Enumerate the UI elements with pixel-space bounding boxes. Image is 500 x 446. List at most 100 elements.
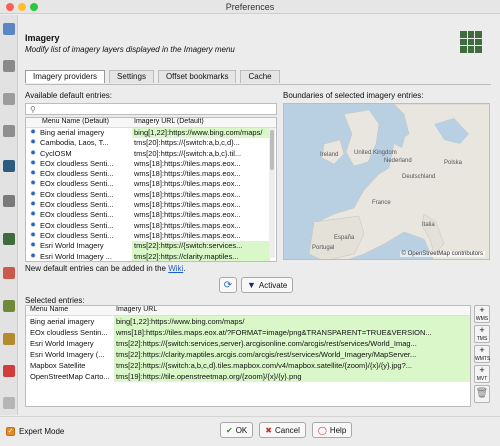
shortcut-settings-icon[interactable] <box>3 125 15 137</box>
available-table-row[interactable]: ✹ Esri World Imagery ... tms[22]:https://c… <box>26 251 276 261</box>
add-entry-buttons: + WMS + TMS + WMTS + MVT 🗑 <box>474 305 490 405</box>
imagery-type-icon: ✹ <box>30 149 36 157</box>
available-row-url: tms[22]:https://{switch:services... <box>132 241 270 252</box>
ok-label: OK <box>235 425 248 435</box>
map-label-ireland: Ireland <box>320 152 338 158</box>
help-label: Help <box>329 425 347 435</box>
tagging-presets-icon[interactable] <box>3 267 15 279</box>
available-table-row[interactable]: ✹ EOx cloudless Senti... wms[18]:https://t… <box>26 200 276 210</box>
selected-table-row[interactable]: Esri World Imagery (... tms[22]:https://c… <box>26 349 470 360</box>
available-row-name: EOx cloudless Senti... <box>40 189 114 199</box>
imagery-bounds-map[interactable]: United Kingdom Ireland Nederland Deutsch… <box>283 103 490 260</box>
ok-button[interactable]: ✔ OK <box>220 422 254 438</box>
cancel-label: Cancel <box>274 425 300 435</box>
available-row-url: wms[18]:https://tiles.maps.eox... <box>134 158 241 168</box>
imagery-type-icon: ✹ <box>30 242 36 250</box>
available-row-name: Bing aerial imagery <box>40 128 105 137</box>
selected-row-url: bing[1,22]:https://www.bing.com/maps/ <box>114 316 470 327</box>
map-label-deutschland: Deutschland <box>402 174 435 180</box>
selected-table-row[interactable]: OpenStreetMap Carto... tms[19]:https://ti… <box>26 371 470 382</box>
add-wmts-button[interactable]: + WMTS <box>474 345 490 363</box>
selected-table-row[interactable]: Esri World Imagery tms[22]:https://{switc… <box>26 338 470 349</box>
help-button[interactable]: ◯ Help <box>311 422 353 438</box>
add-tms-button[interactable]: + TMS <box>474 325 490 343</box>
available-row-url: tms[20]:https://{switch:a,b,c,d}... <box>134 138 240 148</box>
expert-mode-toggle[interactable]: ✓ Expert Mode <box>6 427 64 436</box>
selected-row-url: wms[18]:https://tiles.maps.eox.at/?FORMA… <box>114 327 470 338</box>
selected-entries-table[interactable]: Menu Name Imagery URL Bing aerial imager… <box>25 305 471 407</box>
selected-table-row[interactable]: EOx cloudless Sentin... wms[18]:https://t… <box>26 327 470 338</box>
refresh-icon: ⟳ <box>223 279 233 291</box>
refresh-button[interactable]: ⟳ <box>219 277 237 293</box>
available-row-name: EOx cloudless Senti... <box>40 169 114 179</box>
available-table-row[interactable]: ✹ EOx cloudless Senti... wms[18]:https://t… <box>26 179 276 189</box>
available-row-url: wms[18]:https://tiles.maps.eox... <box>134 169 241 179</box>
available-table-row[interactable]: ✹ Esri World Imagery tms[22]:https://{swit… <box>26 241 276 252</box>
dialog-buttons: ✔ OK ✖ Cancel ◯ Help <box>220 422 353 438</box>
selected-row-name: Mapbox Satellite <box>30 361 86 370</box>
validator-settings-icon[interactable] <box>3 365 15 377</box>
expert-mode-checkbox[interactable]: ✓ <box>6 427 15 436</box>
tab-imagery-providers[interactable]: Imagery providers <box>25 70 106 83</box>
wiki-link[interactable]: Wiki <box>168 264 183 273</box>
selection-settings-icon[interactable] <box>3 93 15 105</box>
footer-bar: ✓ Expert Mode ✔ OK ✖ Cancel ◯ Help <box>0 416 500 446</box>
available-row-url: wms[18]:https://tiles.maps.eox... <box>134 200 241 210</box>
available-table-row[interactable]: ✹ EOx cloudless Senti... wms[18]:https://t… <box>26 221 276 231</box>
page-subtitle: Modify list of imagery layers displayed … <box>25 45 235 54</box>
available-table-row[interactable]: ✹ EOx cloudless Senti... wms[18]:https://t… <box>26 190 276 200</box>
available-scrollbar[interactable] <box>269 128 275 258</box>
advanced-settings-icon[interactable] <box>3 397 15 409</box>
imagery-type-icon: ✹ <box>30 211 36 219</box>
add-mvt-button[interactable]: + MVT <box>474 365 490 383</box>
map-paint-settings-icon[interactable] <box>3 195 15 207</box>
available-row-name: EOx cloudless Senti... <box>40 230 114 240</box>
preferences-sidebar <box>0 15 18 415</box>
add-wms-button[interactable]: + WMS <box>474 305 490 323</box>
available-row-url: wms[18]:https://tiles.maps.eox... <box>134 210 241 220</box>
map-attribution: © OpenStreetMap contributors <box>399 251 485 257</box>
column-header-imagery-url[interactable]: Imagery URL <box>114 306 470 315</box>
activate-button[interactable]: ▼ Activate <box>241 277 294 293</box>
available-table-row[interactable]: ✹ EOx cloudless Senti... wms[18]:https://t… <box>26 159 276 169</box>
selected-table-header: Menu Name Imagery URL <box>26 306 470 316</box>
connection-settings-icon[interactable] <box>3 160 15 172</box>
available-table-row[interactable]: ✹ EOx cloudless Senti... wms[18]:https://t… <box>26 231 276 241</box>
tab-settings[interactable]: Settings <box>109 70 154 83</box>
add-wms-label: WMS <box>475 316 489 322</box>
available-table-row[interactable]: ✹ Cambodia, Laos, T... tms[20]:https://{sw… <box>26 138 276 148</box>
map-settings-icon[interactable] <box>3 300 15 312</box>
available-row-name: Esri World Imagery ... <box>40 251 112 261</box>
cancel-button[interactable]: ✖ Cancel <box>259 422 306 438</box>
imagery-type-icon: ✹ <box>30 180 36 188</box>
available-table-header: Menu Name (Default) Imagery URL (Default… <box>26 118 276 128</box>
plugin-settings-icon[interactable] <box>3 333 15 345</box>
available-table-row[interactable]: ✹ EOx cloudless Senti... wms[18]:https://t… <box>26 169 276 179</box>
search-input[interactable]: ⚲ <box>25 103 277 115</box>
available-table-row[interactable]: ✹ CyclOSM tms[20]:https://{switch:a,b,c}.t… <box>26 149 276 159</box>
selected-row-name: Bing aerial imagery <box>30 317 95 326</box>
arrow-down-icon: ▼ <box>247 280 256 290</box>
drawing-settings-icon[interactable] <box>3 60 15 72</box>
tab-cache[interactable]: Cache <box>240 70 280 83</box>
column-header-menu-name[interactable]: Menu Name <box>26 306 114 315</box>
selected-row-url: tms[22]:https://clarity.maptiles.arcgis.… <box>114 349 470 360</box>
available-row-url: wms[18]:https://tiles.maps.eox... <box>134 179 241 189</box>
selected-table-row[interactable]: Bing aerial imagery bing[1,22]:https://ww… <box>26 316 470 327</box>
selected-row-name: Esri World Imagery <box>30 339 94 348</box>
delete-entry-button[interactable]: 🗑 <box>474 385 490 403</box>
add-wmts-label: WMTS <box>475 356 491 362</box>
display-settings-icon[interactable] <box>3 23 15 35</box>
selected-table-row[interactable]: Mapbox Satellite tms[22]:https://{switch:… <box>26 360 470 371</box>
available-entries-table[interactable]: Menu Name (Default) Imagery URL (Default… <box>25 117 277 262</box>
available-table-row[interactable]: ✹ EOx cloudless Senti... wms[18]:https://t… <box>26 210 276 220</box>
scroll-thumb[interactable] <box>270 130 274 170</box>
imagery-settings-icon[interactable] <box>3 233 15 245</box>
available-row-url: wms[18]:https://tiles.maps.eox... <box>134 189 241 199</box>
column-header-imagery-url-default[interactable]: Imagery URL (Default) <box>132 118 270 127</box>
column-header-menu-name-default[interactable]: Menu Name (Default) <box>40 118 132 127</box>
available-table-row[interactable]: ✹ Bing aerial imagery bing[1,22]:https://w… <box>26 128 276 139</box>
plus-icon: + <box>479 305 485 315</box>
tab-offset-bookmarks[interactable]: Offset bookmarks <box>157 70 237 83</box>
map-label-france: France <box>372 200 391 206</box>
